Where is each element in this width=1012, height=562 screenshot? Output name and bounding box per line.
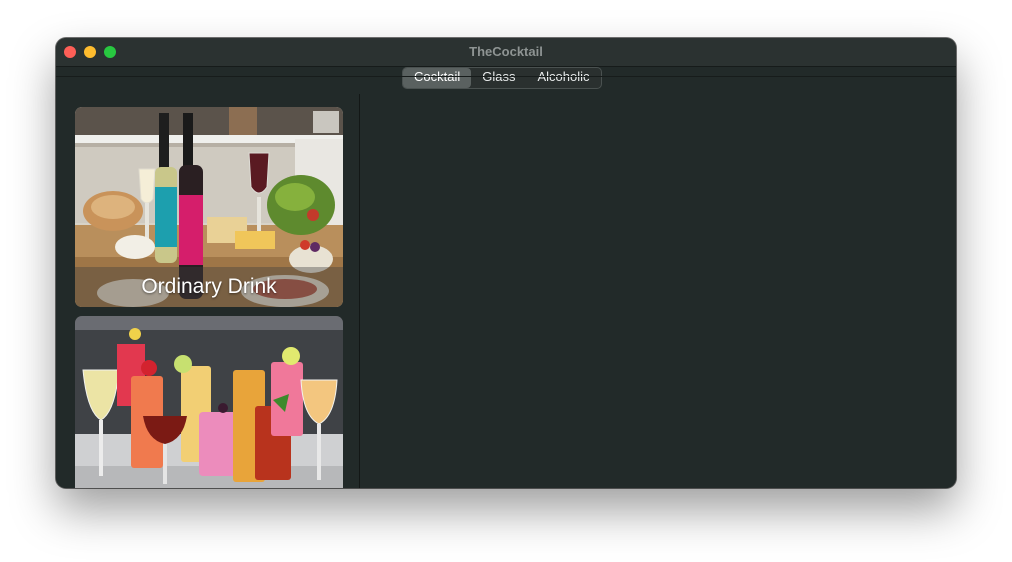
titlebar[interactable]: TheCocktail [56,38,956,67]
tab-alcoholic[interactable]: Alcoholic [526,68,600,88]
tab-cocktail[interactable]: Cocktail [403,68,472,88]
tab-glass[interactable]: Glass [471,68,526,88]
category-card-cocktails[interactable] [75,316,343,488]
card-label: Ordinary Drink [141,275,277,298]
detail-content-area [360,94,956,488]
app-window: TheCocktail Cocktail Glass Alcoholic Ord… [56,38,956,488]
sidebar[interactable]: Ordinary Drink [56,94,360,488]
window-title: TheCocktail [469,44,543,59]
category-segmented-control[interactable]: Cocktail Glass Alcoholic [402,67,602,89]
colorful-cocktails-row-image [75,316,343,488]
category-card-ordinary-drink[interactable]: Ordinary Drink [75,107,343,307]
toolbar-divider [56,76,956,77]
